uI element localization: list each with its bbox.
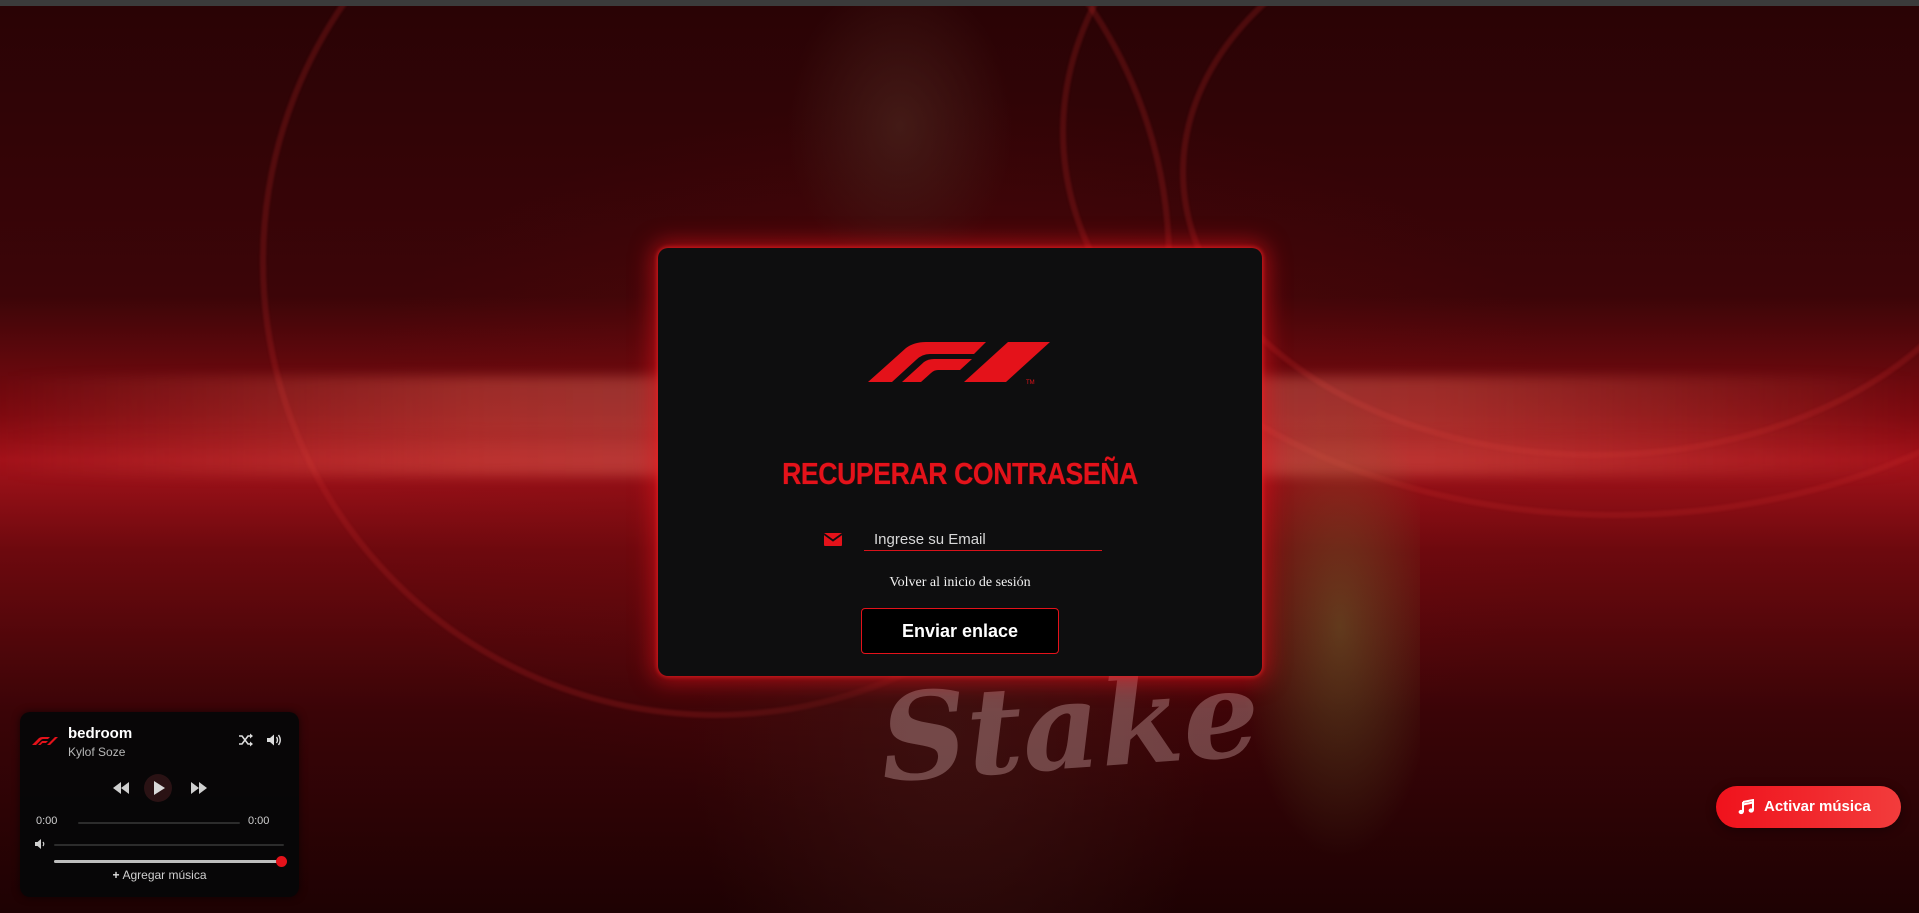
envelope-icon	[824, 533, 842, 546]
page-title: RECUPERAR CONTRASEÑA	[782, 456, 1138, 491]
svg-text:TM: TM	[1026, 380, 1035, 386]
rewind-icon[interactable]	[112, 781, 130, 795]
play-button[interactable]	[144, 774, 172, 802]
track-duration: 0:00	[248, 815, 270, 827]
volume-slider-fill	[54, 860, 282, 863]
enable-music-label: Activar música	[1764, 798, 1871, 815]
volume-icon[interactable]	[266, 732, 282, 748]
volume-low-icon	[35, 839, 45, 849]
shuffle-icon[interactable]	[238, 732, 254, 748]
current-time: 0:00	[36, 815, 58, 827]
volume-slider[interactable]	[54, 856, 287, 867]
track-title: bedroom	[68, 725, 133, 742]
back-to-login-link[interactable]: Volver al inicio de sesión	[658, 575, 1262, 591]
play-icon	[154, 781, 165, 795]
plus-icon: +	[112, 868, 120, 882]
music-player: bedroom Kylof Soze 0:00 0:00 + Agregar mú…	[20, 712, 299, 897]
f1-logo-icon: TM	[868, 342, 1050, 386]
track-artist: Kylof Soze	[68, 745, 126, 759]
send-link-button[interactable]: Enviar enlace	[861, 608, 1059, 654]
music-note-icon	[1738, 799, 1754, 815]
email-input[interactable]	[864, 528, 1102, 551]
f1-logo-icon	[32, 737, 58, 745]
volume-slider-knob[interactable]	[276, 856, 287, 867]
seek-track	[54, 844, 284, 846]
email-field-row	[824, 528, 1102, 552]
fast-forward-icon[interactable]	[190, 781, 208, 795]
track-progress-bar[interactable]	[78, 822, 240, 824]
add-music-label: Agregar música	[122, 868, 207, 882]
enable-music-button[interactable]: Activar música	[1716, 786, 1901, 828]
add-music-button[interactable]: + Agregar música	[20, 868, 299, 882]
